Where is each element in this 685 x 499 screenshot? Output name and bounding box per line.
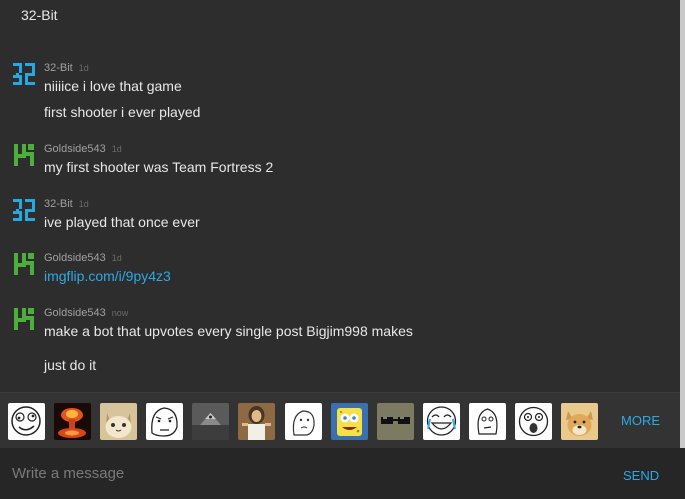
- 32-bit-avatar-icon[interactable]: [12, 198, 36, 222]
- message-username[interactable]: Goldside543: [44, 307, 106, 319]
- message-time: now: [111, 308, 129, 318]
- cat-icon[interactable]: [100, 403, 137, 440]
- message-username[interactable]: 32-Bit: [44, 198, 73, 210]
- message-text: ive played that once ever: [44, 214, 200, 230]
- message-text: first shooter i ever played: [44, 104, 201, 120]
- emoji-bar: MORE: [0, 392, 680, 448]
- message-composer: SEND: [0, 448, 685, 499]
- doge-icon[interactable]: [561, 403, 598, 440]
- message-list[interactable]: 32-Bit 1d niiiice i love that game first …: [0, 48, 680, 392]
- message-meta: 32-Bit 1d: [44, 62, 89, 74]
- chat-window: 32-Bit 32-Bit 1d niiiice i love that game…: [0, 0, 685, 499]
- message-link[interactable]: imgflip.com/i/9py4z3: [44, 268, 171, 284]
- message-username[interactable]: 32-Bit: [44, 62, 73, 74]
- jesus-icon[interactable]: [238, 403, 275, 440]
- scrollbar[interactable]: [680, 0, 685, 448]
- message-meta: Goldside543 now: [44, 307, 128, 319]
- cry-laugh-face-icon[interactable]: [423, 403, 460, 440]
- message-text: niiiice i love that game: [44, 78, 182, 94]
- message-username[interactable]: Goldside543: [44, 252, 106, 264]
- 32-bit-avatar-icon[interactable]: [12, 62, 36, 86]
- message-username[interactable]: Goldside543: [44, 143, 106, 155]
- feels-guy-icon[interactable]: [285, 403, 322, 440]
- message-time: 1d: [78, 199, 89, 209]
- omg-face-icon[interactable]: [515, 403, 552, 440]
- message-input[interactable]: [0, 448, 600, 499]
- goldside-avatar-icon[interactable]: [12, 307, 36, 331]
- message-meta: Goldside543 1d: [44, 252, 122, 264]
- chat-header: 32-Bit: [0, 0, 680, 48]
- goldside-avatar-icon[interactable]: [12, 143, 36, 167]
- okay-face-icon[interactable]: [146, 403, 183, 440]
- message-meta: 32-Bit 1d: [44, 198, 89, 210]
- message-time: 1d: [111, 253, 122, 263]
- cool-glasses-icon[interactable]: [377, 403, 414, 440]
- derp-face-icon[interactable]: [8, 403, 45, 440]
- nuke-explosion-icon[interactable]: [54, 403, 91, 440]
- message-meta: Goldside543 1d: [44, 143, 122, 155]
- more-emoji-button[interactable]: MORE: [621, 413, 660, 428]
- hmm-face-icon[interactable]: [469, 403, 506, 440]
- message-time: 1d: [111, 144, 122, 154]
- message-text: make a bot that upvotes every single pos…: [44, 323, 413, 339]
- chat-title: 32-Bit: [21, 7, 58, 23]
- message-text: my first shooter was Team Fortress 2: [44, 159, 274, 175]
- spongebob-icon[interactable]: [331, 403, 368, 440]
- send-button[interactable]: SEND: [623, 468, 659, 483]
- message-time: 1d: [78, 63, 89, 73]
- illuminati-icon[interactable]: [192, 403, 229, 440]
- message-text: just do it: [44, 357, 97, 373]
- goldside-avatar-icon[interactable]: [12, 252, 36, 276]
